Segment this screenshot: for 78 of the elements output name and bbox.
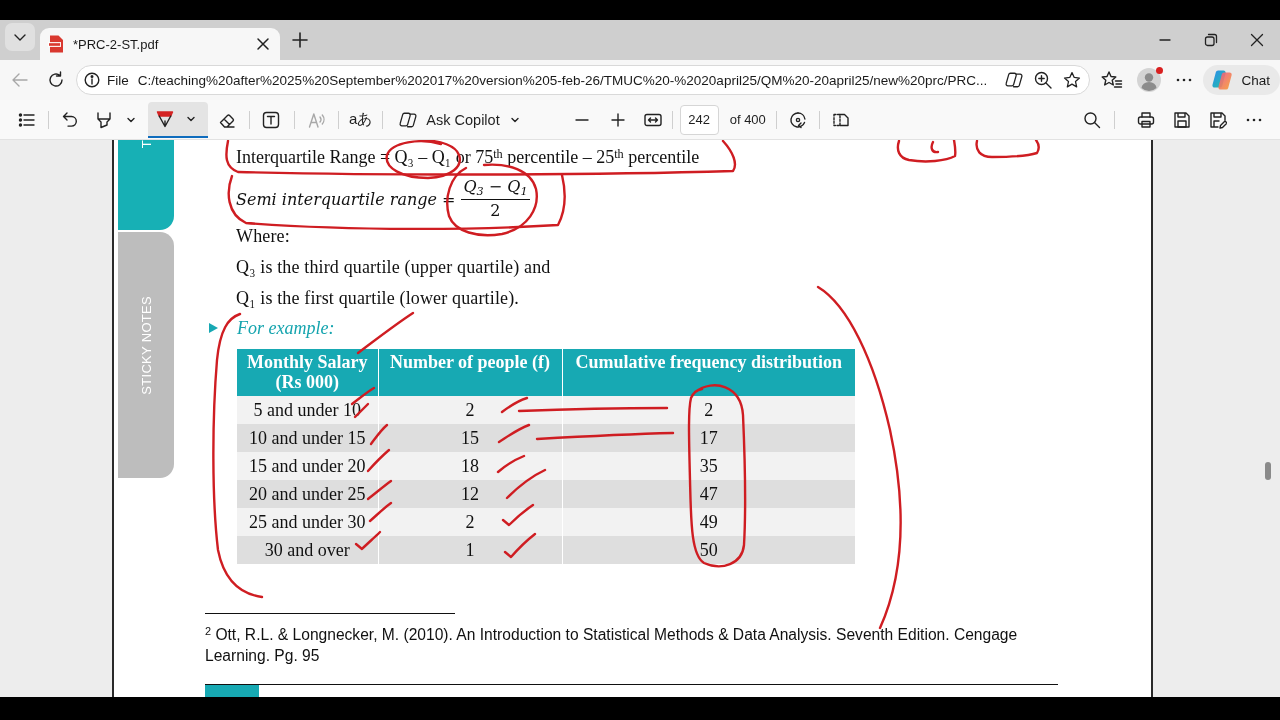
- ink-tick: [366, 448, 391, 473]
- chat-button[interactable]: Chat: [1203, 65, 1280, 95]
- ink-tick: [501, 503, 535, 527]
- table-cell: 18: [378, 452, 562, 480]
- example-heading: For example:: [237, 317, 335, 339]
- search-icon[interactable]: [1083, 110, 1101, 129]
- ink-stroke: [356, 311, 415, 355]
- table-cell: 17: [562, 424, 855, 452]
- contents-list-icon[interactable]: [18, 110, 36, 129]
- table-cell: 20 and under 25: [237, 480, 378, 508]
- ink-tick: [354, 530, 382, 551]
- copilot-logo-icon: [1211, 69, 1234, 91]
- table-cell: 1: [378, 536, 562, 564]
- highlighter-icon[interactable]: [95, 110, 113, 129]
- scrollbar-thumb[interactable]: [1265, 462, 1271, 480]
- page-number-field[interactable]: 242: [679, 104, 719, 135]
- page-count-label: of 400: [729, 112, 766, 127]
- table-cell: 2: [378, 396, 562, 424]
- table-cell: 30 and over: [237, 536, 378, 564]
- zoom-in-icon[interactable]: [609, 111, 626, 128]
- close-icon[interactable]: [1250, 33, 1264, 47]
- table-cell: 25 and under 30: [237, 508, 378, 536]
- close-icon[interactable]: [256, 37, 270, 51]
- ink-tick: [366, 479, 393, 501]
- triangle-marker-icon[interactable]: [209, 323, 218, 333]
- paragraph-text: Q₃ is the third quartile (upper quartile) and: [236, 256, 551, 279]
- save-as-icon[interactable]: [1209, 110, 1227, 129]
- profile-avatar-icon[interactable]: [1137, 68, 1162, 92]
- browser-tab[interactable]: *PRC-2-ST.pdf: [40, 28, 280, 60]
- paragraph-text: Where:: [236, 225, 290, 248]
- ink-tick: [503, 532, 537, 559]
- info-icon: [84, 72, 100, 88]
- table-cell: 50: [562, 536, 855, 564]
- refresh-icon[interactable]: [47, 71, 65, 89]
- ink-tick: [369, 423, 389, 446]
- text-box-icon[interactable]: [262, 110, 280, 129]
- copilot-icon: [399, 110, 418, 129]
- footer-accent-bar: [205, 685, 259, 697]
- table-cell: 49: [562, 508, 855, 536]
- restore-icon[interactable]: [1204, 33, 1218, 47]
- pdf-file-icon: [48, 35, 64, 53]
- table-cell: 47: [562, 480, 855, 508]
- url-scheme-label: File: [107, 72, 129, 88]
- undo-icon[interactable]: [61, 110, 79, 129]
- table-cell: 15 and under 20: [237, 452, 378, 480]
- ask-copilot-button[interactable]: Ask Copilot: [399, 104, 520, 135]
- save-icon[interactable]: [1173, 110, 1191, 129]
- new-tab-icon[interactable]: [292, 32, 308, 48]
- translate-button[interactable]: aあ: [349, 110, 373, 129]
- favorites-icon[interactable]: [1101, 70, 1124, 90]
- column-header: Monthly Salary (Rs 000): [237, 349, 378, 396]
- table-cell: 2: [378, 508, 562, 536]
- table-cell: 12: [378, 480, 562, 508]
- zoom-in-icon[interactable]: [1034, 71, 1053, 89]
- table-cell: 35: [562, 452, 855, 480]
- favorite-star-icon[interactable]: [1063, 71, 1082, 89]
- table-cell: 15: [378, 424, 562, 452]
- draw-tool-button[interactable]: [148, 101, 208, 138]
- address-bar[interactable]: File C:/teaching%20after%2025%20September%202017%20version%205-feb-26/TMUC%20-%2020april25/QM%20-20april25/new%20prc/PRC...: [76, 65, 1091, 95]
- column-header: Number of people (f): [378, 349, 562, 396]
- pen-icon: [156, 109, 174, 128]
- column-header: Cumulative frequency distribution: [562, 349, 855, 396]
- table-cell: 5 and under 10: [237, 396, 378, 424]
- ink-tick: [500, 396, 529, 414]
- ink-scribble: [975, 140, 1040, 159]
- ink-tick: [368, 501, 393, 523]
- rotate-icon[interactable]: [788, 110, 807, 129]
- tab-actions-button[interactable]: [5, 23, 35, 51]
- fraction: Q$_{3}$ − Q$_{1}$ 2: [461, 176, 530, 222]
- ink-tick: [497, 423, 531, 444]
- ink-scribble: [896, 140, 957, 163]
- copilot-icon[interactable]: [1005, 71, 1024, 89]
- url-text: C:/teaching%20after%2025%20September%202017%20version%205-feb-26/TMUC%20-%2020april25/QM%20-20april25/new%20prc/PRC...: [137, 72, 988, 88]
- table-cell: 2: [562, 396, 855, 424]
- print-icon[interactable]: [1137, 110, 1155, 129]
- table-cell: 10 and under 15: [237, 424, 378, 452]
- footnote-text: $^{2}$ Ott, R.L. & Longnecker, M. (2010). An Introduction to Statistical Methods & Data Analysis. Seventh Edition. Cengage Learning. Pg. 95: [205, 624, 1019, 666]
- paragraph-text: Q₁ is the first quartile (lower quartile).: [236, 287, 519, 310]
